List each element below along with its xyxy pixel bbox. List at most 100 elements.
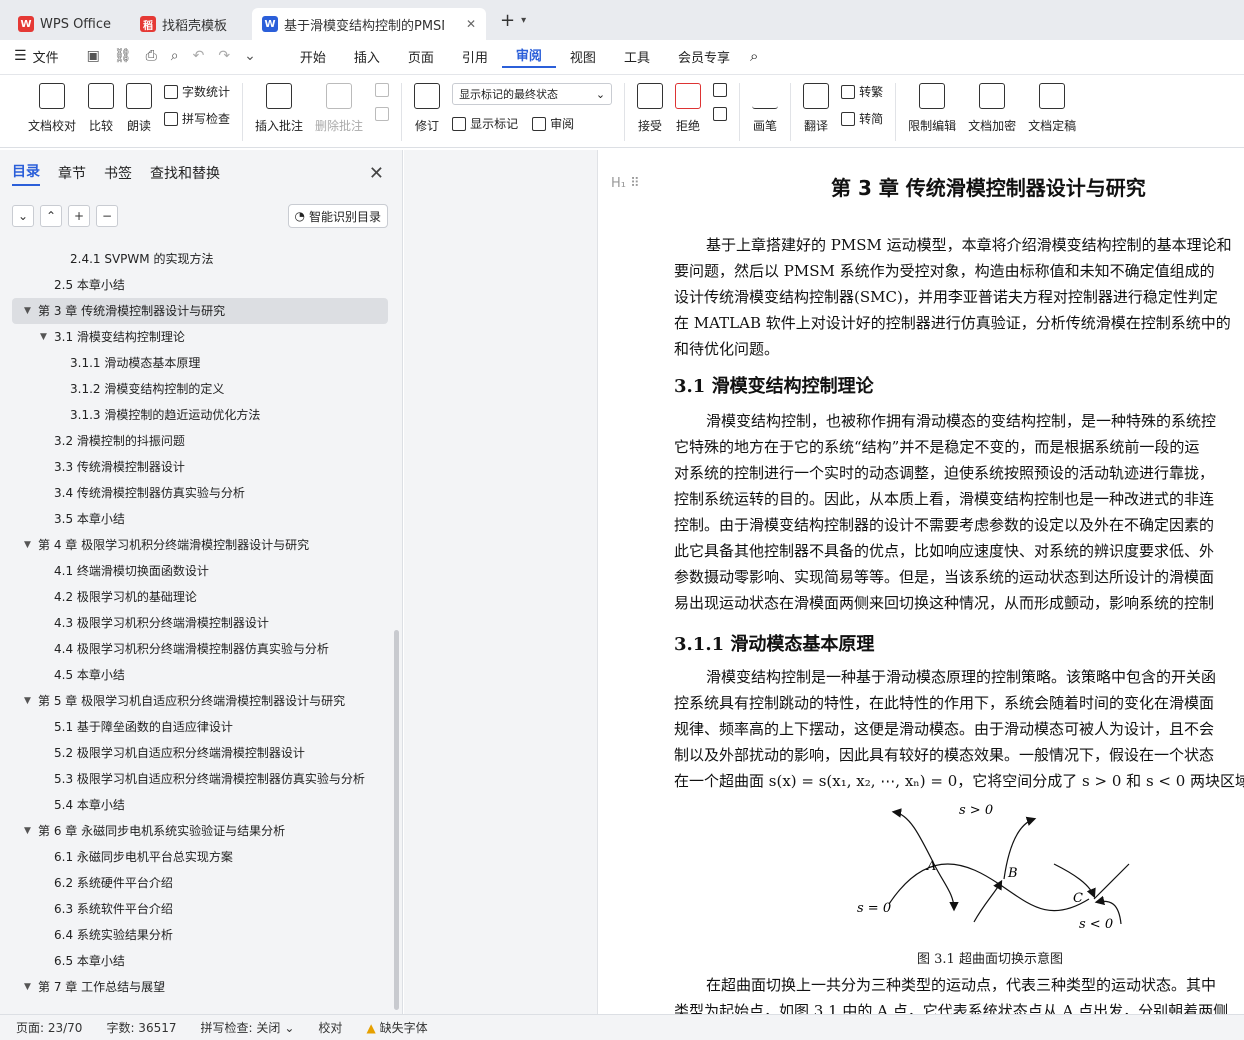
tab-document[interactable]: W 基于滑模变结构控制的PMSM ✕ bbox=[252, 8, 486, 40]
close-tab-icon[interactable]: ✕ bbox=[466, 17, 476, 31]
delete-comment-button[interactable]: 删除批注 bbox=[315, 83, 363, 134]
word-count-indicator[interactable]: 字数: 36517 bbox=[106, 1019, 176, 1036]
page-indicator[interactable]: 页面: 23/70 bbox=[16, 1019, 82, 1036]
nav-tab-bookmarks[interactable]: 书签 bbox=[104, 163, 132, 183]
toc-item[interactable]: ▼ 3.1 滑模变结构控制理论 bbox=[0, 324, 400, 350]
reject-button[interactable]: 拒绝 bbox=[675, 83, 702, 134]
menu-reference[interactable]: 引用 bbox=[448, 47, 502, 66]
toc-item[interactable]: 6.4 系统实验结果分析 bbox=[0, 922, 400, 948]
toc-item[interactable]: 6.3 系统软件平台介绍 bbox=[0, 896, 400, 922]
expand-arrow-icon[interactable]: ▼ bbox=[40, 324, 47, 350]
toc-item[interactable]: ▼ 第 7 章 工作总结与展望 bbox=[0, 974, 400, 1000]
toc-item[interactable]: 6.1 永磁同步电机平台总实现方案 bbox=[0, 844, 400, 870]
spell-check-toggle[interactable]: 拼写检查: 关闭 bbox=[201, 1019, 281, 1036]
doc-check-button[interactable]: 文档校对 bbox=[28, 83, 76, 134]
toc-item[interactable]: 2.5 本章小结 bbox=[0, 272, 400, 298]
close-icon[interactable]: ✕ bbox=[369, 163, 384, 184]
more-icon[interactable]: ⌄ bbox=[244, 48, 256, 64]
read-aloud-button[interactable]: 朗读 bbox=[126, 83, 153, 134]
missing-font-button[interactable]: 缺失字体 bbox=[380, 1019, 428, 1036]
redo-icon[interactable]: ↷ bbox=[218, 48, 230, 64]
toc-item[interactable]: 6.2 系统硬件平台介绍 bbox=[0, 870, 400, 896]
proofread-button[interactable]: 校对 bbox=[318, 1019, 342, 1036]
restrict-edit-button[interactable]: 限制编辑 bbox=[908, 83, 956, 134]
toc-item[interactable]: 2.4.1 SVPWM 的实现方法 bbox=[0, 246, 400, 272]
expand-arrow-icon[interactable]: ▼ bbox=[24, 974, 31, 1000]
tab-docer[interactable]: 稻 找稻壳模板 bbox=[130, 8, 248, 40]
ink-button[interactable]: 画笔 bbox=[752, 83, 779, 134]
menu-start[interactable]: 开始 bbox=[286, 47, 340, 66]
toc-item[interactable]: 5.2 极限学习机自适应积分终端滑模控制器设计 bbox=[0, 740, 400, 766]
menu-page[interactable]: 页面 bbox=[394, 47, 448, 66]
expand-arrow-icon[interactable]: ▼ bbox=[24, 688, 31, 714]
toc-item[interactable]: 4.4 极限学习机积分终端滑模控制器仿真实验与分析 bbox=[0, 636, 400, 662]
prev-change-button[interactable] bbox=[713, 83, 728, 97]
heading-handle-icon[interactable]: H₁ ⠿ bbox=[611, 176, 640, 191]
new-tab-icon[interactable]: + bbox=[500, 10, 515, 31]
expand-down-icon[interactable]: ⌄ bbox=[12, 205, 34, 227]
spell-check-button[interactable]: 拼写检查 bbox=[164, 110, 230, 127]
collapse-up-icon[interactable]: ⌃ bbox=[40, 205, 62, 227]
menu-review[interactable]: 审阅 bbox=[501, 45, 556, 68]
next-comment-button[interactable] bbox=[375, 107, 390, 121]
toc-item[interactable]: ▼ 第 4 章 极限学习机积分终端滑模控制器设计与研究 bbox=[0, 532, 400, 558]
expand-arrow-icon[interactable]: ▼ bbox=[24, 818, 31, 844]
prev-comment-button[interactable] bbox=[375, 83, 390, 97]
nav-tab-toc[interactable]: 目录 bbox=[12, 161, 40, 186]
insert-comment-button[interactable]: 插入批注 bbox=[255, 83, 303, 134]
toc-item[interactable]: 6.5 本章小结 bbox=[0, 948, 400, 974]
smart-toc-button[interactable]: ◔ 智能识别目录 bbox=[287, 204, 388, 228]
toc-item[interactable]: 4.5 本章小结 bbox=[0, 662, 400, 688]
word-count-button[interactable]: 字数统计 bbox=[164, 83, 230, 100]
nav-tab-sections[interactable]: 章节 bbox=[58, 163, 86, 183]
chevron-down-icon[interactable]: ⌄ bbox=[284, 1021, 294, 1035]
to-traditional-button[interactable]: 转繁 bbox=[841, 83, 883, 100]
toc-item[interactable]: 5.1 基于障垒函数的自适应律设计 bbox=[0, 714, 400, 740]
toc-item[interactable]: ▼ 第 5 章 极限学习机自适应积分终端滑模控制器设计与研究 bbox=[0, 688, 400, 714]
print-icon[interactable]: ⎙ bbox=[146, 48, 157, 64]
track-changes-button[interactable]: 修订 bbox=[414, 83, 441, 134]
menu-file[interactable]: 文件 bbox=[27, 47, 73, 66]
toc-item[interactable]: 5.4 本章小结 bbox=[0, 792, 400, 818]
save-icon[interactable]: ▣ bbox=[87, 48, 100, 64]
expand-arrow-icon[interactable]: ▼ bbox=[24, 532, 31, 558]
toc-item[interactable]: 3.2 滑模控制的抖振问题 bbox=[0, 428, 400, 454]
hamburger-icon[interactable]: ☰ bbox=[14, 48, 27, 64]
toc-item[interactable]: 3.1.1 滑动模态基本原理 bbox=[0, 350, 400, 376]
accept-button[interactable]: 接受 bbox=[637, 83, 664, 134]
link-icon[interactable]: ⛓ bbox=[114, 48, 132, 64]
compare-button[interactable]: 比较 bbox=[88, 83, 115, 134]
markup-state-select[interactable]: 显示标记的最终状态 ⌄ bbox=[452, 83, 613, 105]
menu-tools[interactable]: 工具 bbox=[610, 47, 664, 66]
toc-item[interactable]: ▼ 第 3 章 传统滑模控制器设计与研究 bbox=[12, 298, 388, 324]
toc-item[interactable]: ▼ 第 6 章 永磁同步电机系统实验验证与结果分析 bbox=[0, 818, 400, 844]
document-page[interactable]: H₁ ⠿ 第 3 章 传统滑模控制器设计与研究 基于上章搭建好的 PMSM 运动… bbox=[599, 150, 1244, 1014]
add-level-icon[interactable]: + bbox=[68, 205, 90, 227]
toc-item[interactable]: 4.2 极限学习机的基础理论 bbox=[0, 584, 400, 610]
show-markup-button[interactable]: 显示标记 bbox=[452, 115, 518, 132]
finalize-button[interactable]: 文档定稿 bbox=[1028, 83, 1076, 134]
to-simplified-button[interactable]: 转简 bbox=[841, 110, 883, 127]
nav-tab-find[interactable]: 查找和替换 bbox=[150, 163, 220, 183]
menu-insert[interactable]: 插入 bbox=[340, 47, 394, 66]
toc-item[interactable]: 3.1.3 滑模控制的趋近运动优化方法 bbox=[0, 402, 400, 428]
search-icon[interactable]: ⌕ bbox=[750, 47, 758, 65]
chevron-down-icon[interactable]: ▾ bbox=[521, 15, 526, 26]
expand-arrow-icon[interactable]: ▼ bbox=[24, 298, 31, 324]
toc-scrollbar[interactable] bbox=[394, 630, 399, 1010]
toc-item[interactable]: 3.5 本章小结 bbox=[0, 506, 400, 532]
undo-icon[interactable]: ↶ bbox=[193, 48, 205, 64]
review-pane-button[interactable]: 审阅 bbox=[532, 115, 574, 132]
next-change-button[interactable] bbox=[713, 107, 728, 121]
encrypt-button[interactable]: 文档加密 bbox=[968, 83, 1016, 134]
toc-item[interactable]: 3.4 传统滑模控制器仿真实验与分析 bbox=[0, 480, 400, 506]
toc-item[interactable]: 3.1.2 滑模变结构控制的定义 bbox=[0, 376, 400, 402]
menu-member[interactable]: 会员专享 bbox=[664, 47, 744, 66]
remove-level-icon[interactable]: − bbox=[96, 205, 118, 227]
toc-item[interactable]: 4.1 终端滑模切换面函数设计 bbox=[0, 558, 400, 584]
tab-wps-office[interactable]: W WPS Office bbox=[8, 8, 126, 40]
toc-item[interactable]: 3.3 传统滑模控制器设计 bbox=[0, 454, 400, 480]
translate-button[interactable]: 翻译 bbox=[803, 83, 830, 134]
print-preview-icon[interactable]: ⌕ bbox=[171, 48, 179, 64]
toc-item[interactable]: 5.3 极限学习机自适应积分终端滑模控制器仿真实验与分析 bbox=[0, 766, 400, 792]
